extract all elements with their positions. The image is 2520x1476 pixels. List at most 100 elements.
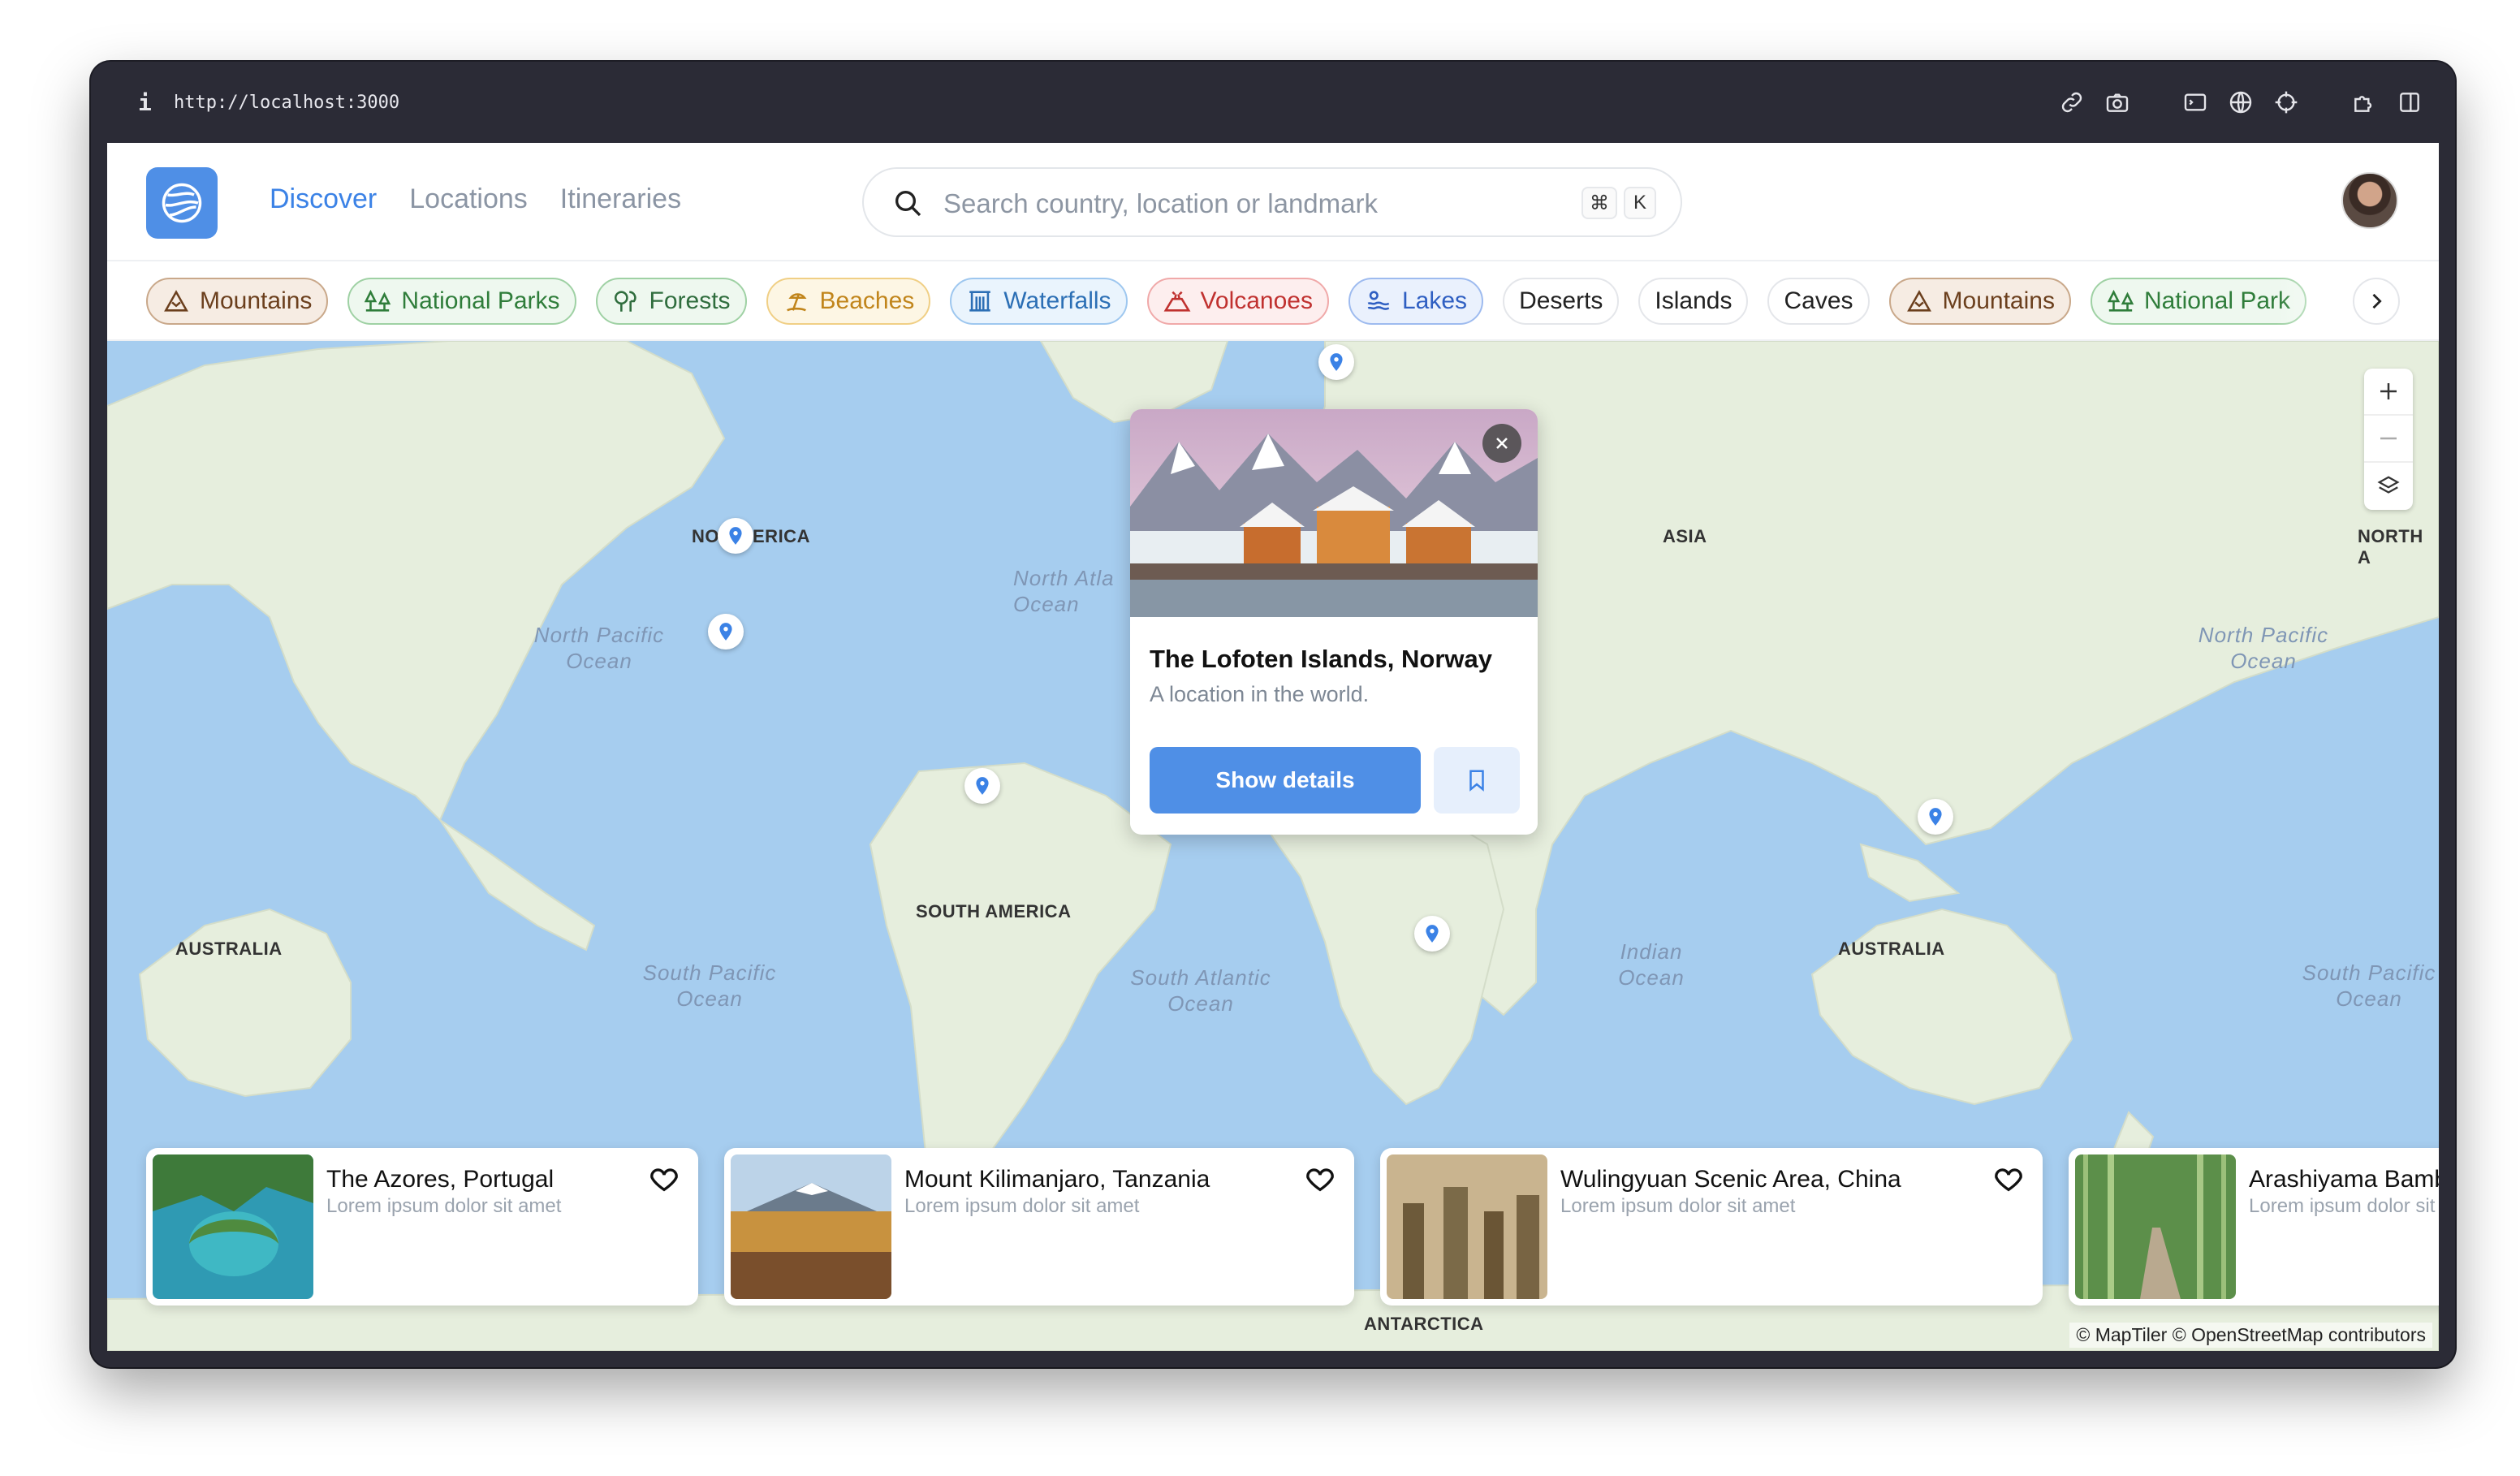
- chip-label: National Parks: [401, 287, 560, 314]
- shortcut-cmd-key: ⌘: [1581, 187, 1617, 219]
- card-thumbnail: [1387, 1154, 1547, 1299]
- chip-mountains[interactable]: Mountains: [146, 278, 329, 325]
- heart-icon[interactable]: [1992, 1163, 2025, 1195]
- chip-beaches[interactable]: Beaches: [766, 278, 931, 325]
- card-title: Mount Kilimanjaro, Tanzania: [904, 1166, 1210, 1193]
- nav-itineraries[interactable]: Itineraries: [560, 183, 681, 215]
- layers-button[interactable]: [2364, 463, 2413, 510]
- chevron-right-icon: [2372, 293, 2382, 309]
- sidebar-toggle-icon[interactable]: [2397, 89, 2423, 115]
- map-attribution[interactable]: © MapTiler © OpenStreetMap contributors: [2069, 1323, 2432, 1348]
- nav-discover[interactable]: Discover: [270, 183, 377, 215]
- ocean-label: South Atlantic Ocean: [1130, 965, 1271, 1016]
- ocean-label: South Pacific Ocean: [2302, 960, 2436, 1011]
- nav-locations[interactable]: Locations: [409, 183, 528, 215]
- card-subtitle: Lorem ipsum dolor sit amet: [1560, 1195, 1796, 1217]
- show-details-button[interactable]: Show details: [1150, 747, 1421, 814]
- location-card[interactable]: Mount Kilimanjaro, Tanzania Lorem ipsum …: [724, 1148, 1354, 1306]
- map-pin-icon: [1330, 353, 1343, 371]
- map-pin[interactable]: [1918, 799, 1953, 835]
- chip-label: Caves: [1784, 287, 1853, 314]
- beach-icon: [786, 293, 807, 312]
- bookmark-button[interactable]: [1434, 747, 1520, 814]
- plus-icon: [2380, 383, 2397, 399]
- map-pin[interactable]: [964, 768, 1000, 804]
- globe-icon[interactable]: [2228, 89, 2254, 115]
- chip-volcanoes[interactable]: Volcanoes: [1146, 278, 1329, 325]
- bookmark-icon: [1469, 770, 1484, 792]
- heart-icon[interactable]: [648, 1163, 680, 1195]
- location-card[interactable]: Wulingyuan Scenic Area, China Lorem ipsu…: [1380, 1148, 2043, 1306]
- search-placeholder: Search country, location or landmark: [943, 188, 1378, 218]
- ocean-label: North Pacific Ocean: [2198, 623, 2329, 673]
- info-icon[interactable]: i: [138, 89, 152, 116]
- avatar[interactable]: [2341, 172, 2398, 229]
- popup-subtitle: A location in the world.: [1150, 682, 1370, 706]
- map-pin-icon: [729, 527, 742, 545]
- search-input[interactable]: Search country, location or landmark ⌘ K: [862, 167, 1682, 237]
- crosshair-icon[interactable]: [2273, 89, 2299, 115]
- continent-label: AUSTRALIA: [175, 939, 283, 959]
- chip-lakes[interactable]: Lakes: [1348, 278, 1484, 325]
- location-card[interactable]: Arashiyama Bamboo Grove, Japan Lorem ips…: [2069, 1148, 2439, 1306]
- terminal-icon[interactable]: [2182, 89, 2208, 115]
- location-popup: The Lofoten Islands, Norway A location i…: [1130, 409, 1538, 835]
- address-bar[interactable]: http://localhost:3000: [174, 93, 399, 113]
- ocean-label: Indian Ocean: [1618, 939, 1685, 990]
- link-icon[interactable]: [2059, 89, 2085, 115]
- chip-label: Waterfalls: [1003, 287, 1111, 314]
- browser-window: i http://localhost:3000 Discover Locatio: [91, 62, 2455, 1367]
- map-pin[interactable]: [1414, 916, 1450, 952]
- chip-caves[interactable]: Caves: [1767, 278, 1870, 325]
- chip-national-parks[interactable]: National Parks: [347, 278, 576, 325]
- location-cards: The Azores, Portugal Lorem ipsum dolor s…: [146, 1148, 2439, 1306]
- chip-label: Deserts: [1519, 287, 1603, 314]
- ocean-label: South Pacific Ocean: [642, 960, 777, 1011]
- continent-label: ASIA: [1663, 526, 1707, 546]
- chip-mountains-repeat[interactable]: Mountains: [1888, 278, 2071, 325]
- location-card[interactable]: The Azores, Portugal Lorem ipsum dolor s…: [146, 1148, 698, 1306]
- chip-label: Lakes: [1402, 287, 1468, 314]
- volcano-icon: [1163, 291, 1190, 312]
- mountain-icon: [1906, 290, 1931, 312]
- continent-label: AUSTRALIA: [1838, 939, 1945, 959]
- chip-label: National Park: [2143, 287, 2291, 314]
- map-controls: [2364, 369, 2413, 510]
- mountain-icon: [164, 290, 188, 312]
- chip-waterfalls[interactable]: Waterfalls: [950, 278, 1128, 325]
- search-icon: [895, 191, 921, 217]
- world-map[interactable]: North Pacific Ocean North Atla Ocean North…: [107, 341, 2439, 1351]
- app-viewport: Discover Locations Itineraries Search co…: [107, 143, 2439, 1351]
- camera-icon[interactable]: [2104, 89, 2130, 115]
- app-logo[interactable]: [146, 167, 218, 239]
- zoom-out-button[interactable]: [2364, 416, 2413, 463]
- location-photo: [1130, 409, 1538, 617]
- popup-close-button[interactable]: [1482, 424, 1521, 463]
- extensions-icon[interactable]: [2351, 89, 2377, 115]
- chip-label: Mountains: [1942, 287, 2055, 314]
- chips-scroll-right-button[interactable]: [2353, 278, 2400, 325]
- continent-label: ANTARCTICA: [1364, 1314, 1484, 1334]
- card-title: Wulingyuan Scenic Area, China: [1560, 1166, 1901, 1193]
- card-title: The Azores, Portugal: [326, 1166, 554, 1193]
- main-nav: Discover Locations Itineraries: [270, 183, 681, 215]
- waterfall-icon: [969, 291, 991, 312]
- card-thumbnail: [731, 1154, 891, 1299]
- zoom-in-button[interactable]: [2364, 369, 2413, 416]
- card-thumbnail: [153, 1154, 313, 1299]
- app-header: Discover Locations Itineraries Search co…: [107, 143, 2439, 261]
- map-pin[interactable]: [1318, 344, 1354, 380]
- globe-logo-icon: [162, 183, 202, 223]
- chip-islands[interactable]: Islands: [1638, 278, 1749, 325]
- map-pin[interactable]: [708, 614, 744, 650]
- map-pin[interactable]: [718, 518, 753, 554]
- continent-label: NORTH A: [2358, 526, 2423, 568]
- map-pin-icon: [976, 777, 989, 795]
- heart-icon[interactable]: [1304, 1163, 1336, 1195]
- minus-icon: [2380, 437, 2397, 440]
- popup-title: The Lofoten Islands, Norway: [1150, 645, 1492, 673]
- chip-national-parks-repeat[interactable]: National Park: [2090, 278, 2307, 325]
- chip-forests[interactable]: Forests: [595, 278, 747, 325]
- chip-deserts[interactable]: Deserts: [1503, 278, 1620, 325]
- trees-icon: [614, 291, 636, 312]
